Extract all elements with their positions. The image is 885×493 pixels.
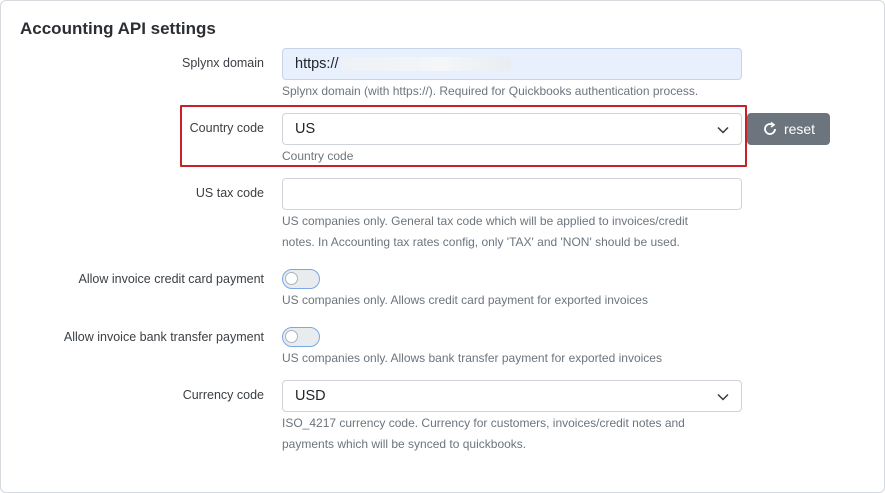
us-tax-code-label: US tax code (195, 186, 264, 200)
country-code-value: US (295, 121, 316, 137)
country-code-help: Country code (282, 149, 354, 163)
currency-code-help-line1: ISO_4217 currency code. Currency for cus… (282, 416, 685, 430)
currency-code-select[interactable]: USD (282, 380, 742, 412)
credit-card-toggle[interactable] (282, 269, 320, 289)
us-tax-code-input[interactable] (282, 178, 742, 210)
splynx-domain-value: https:// (295, 56, 339, 72)
currency-code-value: USD (295, 388, 326, 404)
us-tax-code-help-line2: notes. In Accounting tax rates config, o… (282, 235, 680, 249)
credit-card-label: Allow invoice credit card payment (78, 272, 265, 286)
settings-panel: Accounting API settings Splynx domain ht… (0, 0, 885, 493)
chevron-down-icon (717, 393, 729, 401)
country-code-label: Country code (189, 121, 264, 135)
bank-transfer-toggle[interactable] (282, 327, 320, 347)
toggle-knob (285, 272, 298, 285)
splynx-domain-help: Splynx domain (with https://). Required … (282, 84, 699, 98)
section-title: Accounting API settings (20, 19, 216, 38)
redacted-domain (340, 57, 511, 71)
us-tax-code-help-line1: US companies only. General tax code whic… (282, 214, 688, 228)
currency-code-help: ISO_4217 currency code. Currency for cus… (282, 413, 742, 455)
bank-transfer-label: Allow invoice bank transfer payment (63, 330, 264, 344)
credit-card-help: US companies only. Allows credit card pa… (282, 293, 648, 307)
chevron-down-icon (717, 126, 729, 134)
reset-label: reset (783, 121, 816, 137)
country-code-select[interactable]: US (282, 113, 742, 145)
reset-button[interactable]: reset (747, 113, 830, 145)
splynx-domain-label: Splynx domain (182, 56, 264, 70)
us-tax-code-help: US companies only. General tax code whic… (282, 211, 742, 253)
refresh-icon (764, 121, 776, 135)
toggle-knob (285, 330, 298, 343)
currency-code-help-line2: payments which will be synced to quickbo… (282, 437, 527, 451)
currency-code-label: Currency code (182, 388, 264, 402)
bank-transfer-help: US companies only. Allows bank transfer … (282, 351, 662, 365)
splynx-domain-input[interactable]: https:// (282, 48, 742, 80)
